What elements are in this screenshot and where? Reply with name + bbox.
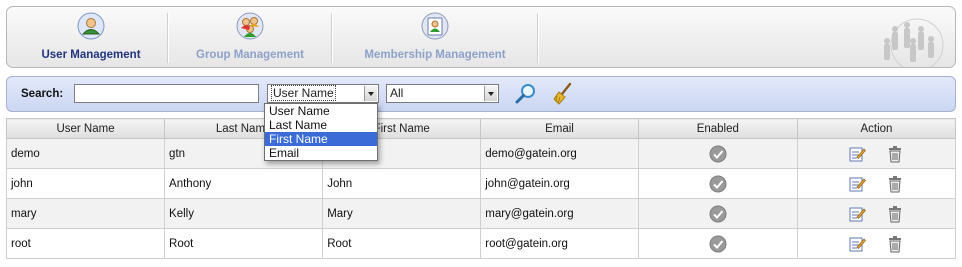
chevron-down-icon bbox=[364, 86, 377, 101]
cell-last-name: Root bbox=[164, 228, 324, 259]
search-field-select[interactable]: User Name bbox=[267, 84, 379, 103]
cell-action bbox=[796, 198, 957, 229]
table-row[interactable]: john Anthony John john@gatein.org bbox=[5, 168, 957, 199]
tab-separator bbox=[537, 13, 539, 63]
chevron-down-icon bbox=[484, 86, 497, 101]
users-table: User Name Last Name First Name Email Ena… bbox=[5, 118, 957, 259]
dropdown-option-email[interactable]: Email bbox=[265, 146, 377, 160]
cell-enabled bbox=[637, 168, 798, 199]
dropdown-option-last-name[interactable]: Last Name bbox=[265, 118, 377, 132]
column-header-action: Action bbox=[796, 118, 957, 139]
tab-user-management-label: User Management bbox=[41, 49, 141, 61]
edit-user-icon[interactable] bbox=[848, 235, 867, 253]
status-filter-selected: All bbox=[390, 86, 404, 100]
cell-first-name: Mary bbox=[322, 198, 482, 229]
cell-enabled bbox=[637, 198, 798, 229]
user-icon bbox=[77, 12, 105, 40]
search-field-dropdown-list: User Name Last Name First Name Email bbox=[264, 103, 378, 161]
cell-email: john@gatein.org bbox=[480, 168, 639, 199]
tab-user-management[interactable]: User Management bbox=[15, 7, 167, 67]
enabled-check-icon bbox=[709, 205, 727, 222]
delete-user-icon[interactable] bbox=[886, 145, 904, 163]
cell-user-name: mary bbox=[5, 198, 166, 229]
edit-user-icon[interactable] bbox=[848, 145, 867, 163]
delete-user-icon[interactable] bbox=[886, 175, 904, 193]
membership-icon bbox=[421, 12, 449, 40]
navigation-tab-bar: User Management Group Management Members… bbox=[6, 6, 956, 68]
cell-action bbox=[796, 138, 957, 169]
column-header-user-name[interactable]: User Name bbox=[5, 118, 166, 139]
cell-enabled bbox=[637, 228, 798, 259]
tab-membership-management[interactable]: Membership Management bbox=[333, 7, 537, 67]
search-icon[interactable] bbox=[514, 82, 538, 106]
search-input[interactable] bbox=[74, 84, 259, 103]
broom-clear-icon[interactable] bbox=[551, 82, 575, 106]
cell-last-name: Anthony bbox=[164, 168, 324, 199]
search-label: Search: bbox=[21, 88, 64, 100]
cell-user-name: demo bbox=[5, 138, 166, 169]
enabled-check-icon bbox=[709, 175, 727, 192]
cell-first-name: John bbox=[322, 168, 482, 199]
dropdown-option-user-name[interactable]: User Name bbox=[265, 104, 377, 118]
enabled-check-icon bbox=[709, 235, 727, 252]
status-filter-select[interactable]: All bbox=[386, 84, 499, 103]
edit-user-icon[interactable] bbox=[848, 175, 867, 193]
people-watermark-icon bbox=[884, 18, 944, 67]
enabled-check-icon bbox=[709, 145, 727, 162]
cell-enabled bbox=[637, 138, 798, 169]
tab-group-management-label: Group Management bbox=[196, 49, 304, 61]
tab-group-management[interactable]: Group Management bbox=[169, 7, 331, 67]
cell-action bbox=[796, 168, 957, 199]
delete-user-icon[interactable] bbox=[886, 235, 904, 253]
table-row[interactable]: mary Kelly Mary mary@gatein.org bbox=[5, 198, 957, 229]
cell-first-name: Root bbox=[322, 228, 482, 259]
table-row[interactable]: root Root Root root@gatein.org bbox=[5, 228, 957, 259]
cell-action bbox=[796, 228, 957, 259]
cell-email: demo@gatein.org bbox=[480, 138, 639, 169]
cell-user-name: john bbox=[5, 168, 166, 199]
tab-membership-management-label: Membership Management bbox=[364, 49, 506, 61]
table-header-row: User Name Last Name First Name Email Ena… bbox=[5, 118, 957, 139]
search-bar: Search: User Name All bbox=[6, 76, 956, 112]
delete-user-icon[interactable] bbox=[886, 205, 904, 223]
dropdown-option-first-name[interactable]: First Name bbox=[265, 132, 377, 146]
column-header-email[interactable]: Email bbox=[480, 118, 639, 139]
column-header-enabled: Enabled bbox=[637, 118, 798, 139]
cell-email: root@gatein.org bbox=[480, 228, 639, 259]
cell-last-name: Kelly bbox=[164, 198, 324, 229]
cell-email: mary@gatein.org bbox=[480, 198, 639, 229]
cell-user-name: root bbox=[5, 228, 166, 259]
table-row[interactable]: demo gtn demo@gatein.org bbox=[5, 138, 957, 169]
search-field-selected: User Name bbox=[271, 85, 336, 101]
edit-user-icon[interactable] bbox=[848, 205, 867, 223]
group-icon bbox=[236, 12, 264, 40]
